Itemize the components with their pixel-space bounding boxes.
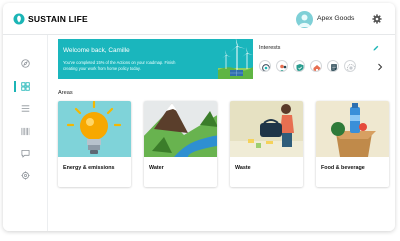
logo-icon: [13, 13, 25, 25]
home-icon: [313, 65, 321, 71]
food-illustration: [316, 101, 389, 157]
shield-icon: [296, 64, 304, 71]
user-name[interactable]: Apex Goods: [317, 15, 354, 22]
main-content: Welcome back, Camille You've completed 1…: [48, 35, 395, 231]
interest-badge[interactable]: [344, 60, 356, 72]
area-card-label: Energy & emissions: [63, 165, 115, 171]
logo[interactable]: SUSTAIN LIFE: [13, 13, 88, 25]
chevron-right-icon[interactable]: [377, 63, 383, 71]
settings-icon[interactable]: [21, 171, 30, 180]
welcome-title: Welcome back, Camille: [63, 47, 130, 54]
active-indicator: [14, 81, 16, 92]
wind-turbine-illustration: [218, 39, 253, 79]
welcome-message: You've completed 15% of the Actions on y…: [63, 60, 176, 71]
chat-icon[interactable]: [21, 149, 30, 158]
river-illustration: [144, 101, 217, 157]
people-icon: [279, 64, 287, 71]
barcode-icon[interactable]: [21, 127, 30, 136]
area-card-label: Water: [149, 165, 164, 171]
interest-home[interactable]: [310, 60, 322, 72]
interest-shield[interactable]: [293, 60, 305, 72]
interest-document[interactable]: [327, 60, 339, 72]
top-bar: SUSTAIN LIFE Apex Goods: [3, 3, 395, 35]
recycling-icon: [262, 64, 270, 71]
area-card-energy[interactable]: Energy & emissions: [58, 101, 131, 187]
interest-recycling[interactable]: [259, 60, 271, 72]
areas-title: Areas: [58, 90, 73, 96]
area-card-waste[interactable]: Waste: [230, 101, 303, 187]
logo-text: SUSTAIN LIFE: [28, 14, 88, 24]
welcome-banner: Welcome back, Camille You've completed 1…: [58, 39, 253, 79]
edit-icon[interactable]: [373, 45, 379, 51]
interest-people[interactable]: [276, 60, 288, 72]
interests-panel: Interests: [259, 39, 383, 79]
avatar[interactable]: [296, 11, 313, 28]
app-window: SUSTAIN LIFE Apex Goods Welcome back, Ca…: [3, 3, 395, 231]
gear-icon[interactable]: [372, 14, 382, 24]
dashboard-icon[interactable]: [21, 82, 30, 91]
compass-icon[interactable]: [21, 59, 30, 68]
lightbulb-illustration: [58, 101, 131, 157]
area-card-label: Food & beverage: [321, 165, 365, 171]
waste-illustration: [230, 101, 303, 157]
area-card-water[interactable]: Water: [144, 101, 217, 187]
interests-title: Interests: [259, 45, 281, 51]
sidebar: [3, 35, 48, 231]
badge-icon: [347, 64, 355, 71]
area-card-food[interactable]: Food & beverage: [316, 101, 389, 187]
list-icon[interactable]: [21, 104, 30, 113]
document-icon: [331, 64, 337, 71]
area-card-label: Waste: [235, 165, 251, 171]
